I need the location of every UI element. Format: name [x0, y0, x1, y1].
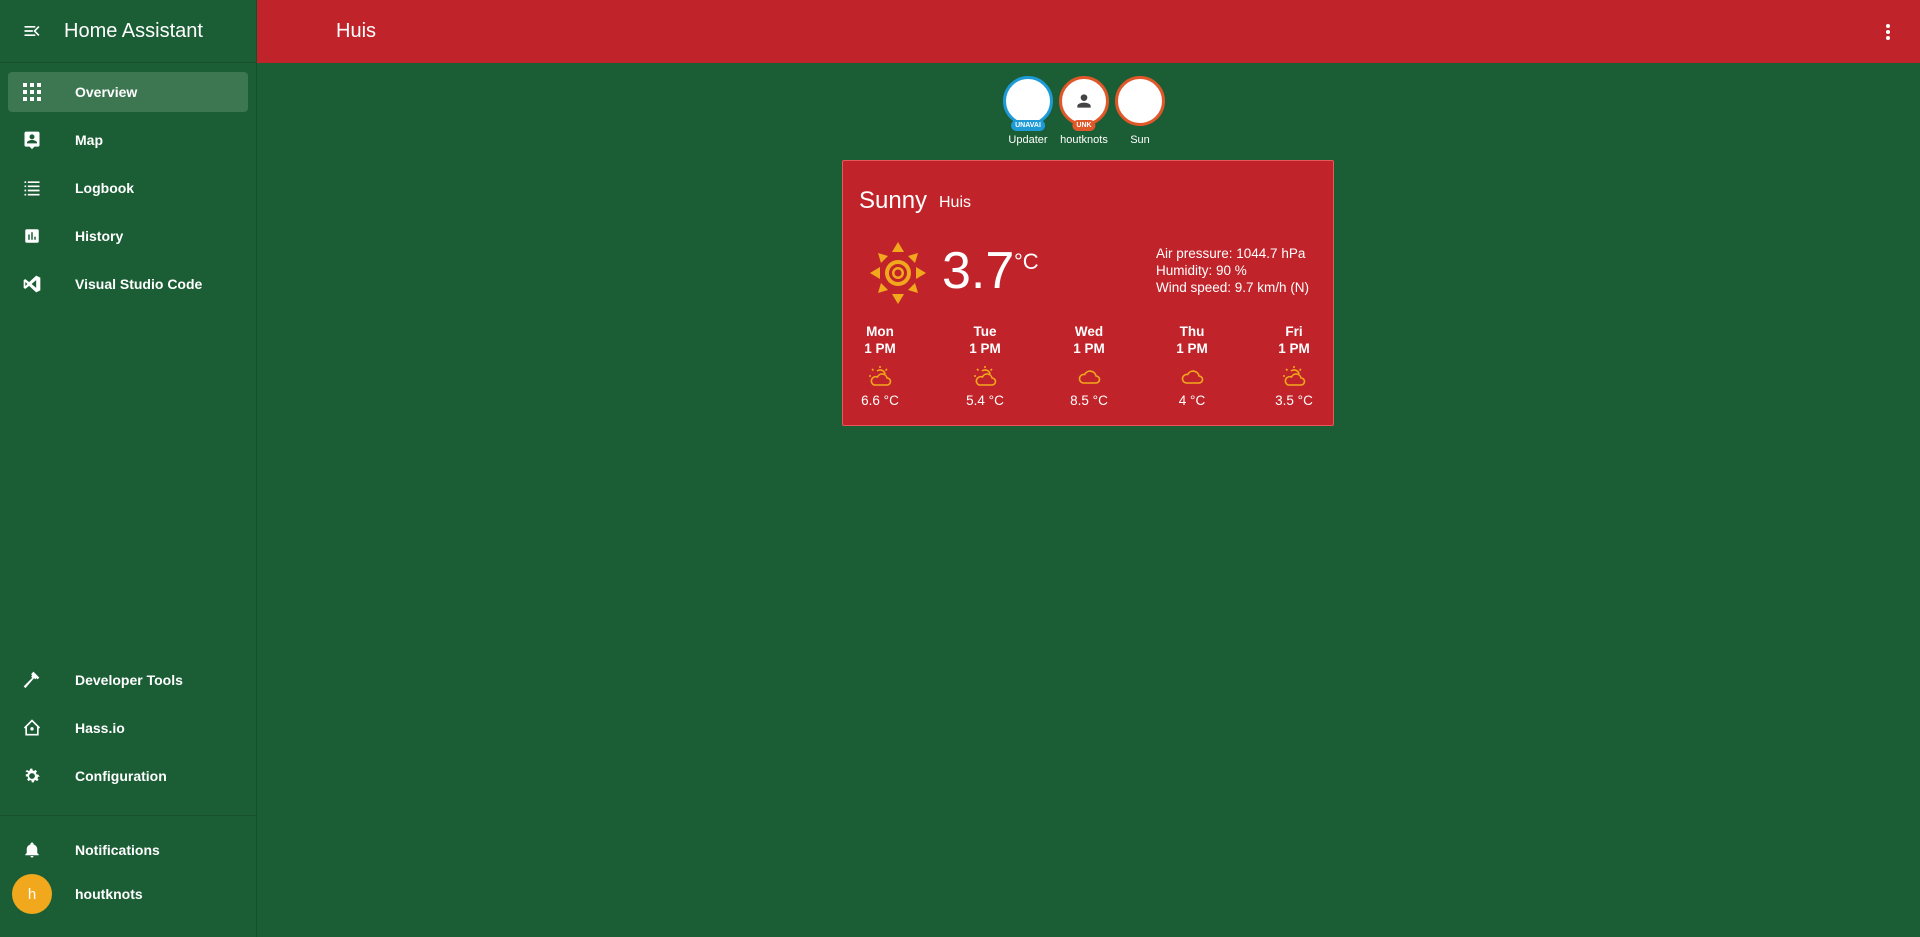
sidebar-header: Home Assistant — [0, 0, 256, 63]
bell-icon — [8, 840, 56, 860]
sunny-icon — [869, 241, 927, 310]
humidity: Humidity: 90 % — [1156, 263, 1247, 278]
more-options-button[interactable] — [1876, 20, 1900, 44]
cloud-icon — [1152, 361, 1232, 391]
forecast-item: Fri 1 PM 3.5 °C — [1254, 323, 1334, 408]
weather-temperature: 3.7 — [942, 242, 1015, 300]
sidebar-item-map[interactable]: Map — [8, 120, 248, 160]
badge-circle: UNK — [1059, 76, 1109, 131]
sidebar-item-label: Developer Tools — [75, 672, 183, 688]
forecast-day: Mon — [866, 324, 894, 339]
app-header: Huis — [257, 0, 1920, 63]
sidebar-item-label: Logbook — [75, 180, 135, 196]
forecast-item: Thu 1 PM 4 °C — [1152, 323, 1232, 408]
forecast-time: 1 PM — [864, 341, 896, 356]
partly-sunny-icon — [945, 361, 1025, 391]
sidebar-item-vscode[interactable]: Visual Studio Code — [8, 264, 248, 304]
forecast-temp: 3.5 °C — [1275, 393, 1313, 408]
sidebar-item-label: Overview — [75, 84, 138, 100]
forecast-time: 1 PM — [1073, 341, 1105, 356]
page-title: Huis — [336, 20, 377, 42]
forecast-temp: 5.4 °C — [966, 393, 1004, 408]
weather-unit: °C — [1014, 249, 1039, 274]
forecast-temp: 8.5 °C — [1070, 393, 1108, 408]
list-icon — [8, 178, 56, 198]
forecast-time: 1 PM — [1176, 341, 1208, 356]
forecast-day: Thu — [1179, 324, 1205, 339]
sidebar-item-label: Hass.io — [75, 720, 125, 736]
menu-collapse-button[interactable] — [0, 0, 64, 63]
forecast-day: Tue — [973, 324, 997, 339]
weather-attributes: Air pressure: 1044.7 hPa Humidity: 90 % … — [1156, 245, 1309, 296]
forecast-day: Fri — [1285, 324, 1303, 339]
badges-row: UNAVAI Updater UNK houtknots Sun — [1000, 76, 1168, 146]
sidebar: Home Assistant Overview Map Logbook Hist… — [0, 0, 257, 937]
badge-name: Updater — [1008, 134, 1048, 146]
vscode-icon — [8, 274, 56, 294]
cloud-icon — [1049, 361, 1129, 391]
sidebar-item-developer-tools[interactable]: Developer Tools — [8, 660, 249, 700]
sidebar-item-label: History — [75, 228, 124, 244]
sidebar-item-label: Map — [75, 132, 103, 148]
chart-bar-icon — [8, 227, 56, 245]
sidebar-item-hassio[interactable]: Hass.io — [8, 708, 249, 748]
sidebar-item-logbook[interactable]: Logbook — [8, 168, 248, 208]
grid-icon — [8, 83, 56, 101]
badge-tag: UNAVAI — [1011, 120, 1045, 131]
sidebar-item-configuration[interactable]: Configuration — [8, 756, 249, 796]
forecast-time: 1 PM — [969, 341, 1001, 356]
dots-vertical-icon — [1886, 24, 1890, 40]
weather-condition: Sunny — [859, 187, 928, 214]
badge-name: houtknots — [1060, 134, 1108, 146]
badge-tag: UNK — [1072, 120, 1096, 131]
wind-speed: Wind speed: 9.7 km/h (N) — [1156, 280, 1310, 295]
forecast-item: Mon 1 PM 6.6 °C — [840, 323, 920, 408]
partly-sunny-icon — [1254, 361, 1334, 391]
moon-icon — [1137, 92, 1146, 110]
map-account-icon — [8, 130, 56, 150]
account-icon — [1077, 94, 1091, 108]
sidebar-user[interactable]: h houtknots — [0, 873, 257, 915]
badge-updater[interactable]: UNAVAI Updater — [1000, 76, 1056, 146]
sidebar-divider — [0, 815, 257, 816]
forecast-temp: 4 °C — [1178, 393, 1206, 408]
badge-circle: UNAVAI — [1003, 76, 1053, 131]
air-pressure: Air pressure: 1044.7 hPa — [1156, 246, 1306, 261]
sidebar-item-label: Visual Studio Code — [75, 276, 203, 292]
home-assistant-icon — [8, 718, 56, 738]
badge-sun[interactable]: Sun — [1112, 76, 1168, 146]
menu-open-icon — [24, 26, 40, 36]
partly-sunny-icon — [840, 361, 920, 391]
sidebar-item-notifications[interactable]: Notifications — [8, 830, 249, 870]
user-name: houtknots — [75, 886, 143, 902]
forecast-time: 1 PM — [1278, 341, 1310, 356]
app-title: Home Assistant — [64, 19, 203, 42]
sidebar-item-label: Notifications — [75, 842, 160, 858]
forecast-day: Wed — [1074, 324, 1104, 339]
forecast-item: Tue 1 PM 5.4 °C — [945, 323, 1025, 408]
badge-name: Sun — [1130, 134, 1150, 146]
forecast-temp: 6.6 °C — [861, 393, 899, 408]
weather-location: Huis — [939, 194, 972, 211]
badge-person[interactable]: UNK houtknots — [1056, 76, 1112, 146]
sidebar-item-history[interactable]: History — [8, 216, 248, 256]
forecast-item: Wed 1 PM 8.5 °C — [1049, 323, 1129, 408]
avatar: h — [12, 874, 52, 914]
sidebar-item-label: Configuration — [75, 768, 167, 784]
hammer-icon — [8, 670, 56, 690]
sidebar-item-overview[interactable]: Overview — [8, 72, 248, 112]
gear-icon — [8, 766, 56, 786]
weather-card[interactable]: Sunny Huis 3.7 °C Air pressure: 1044.7 h… — [842, 160, 1334, 426]
badge-circle — [1115, 76, 1165, 126]
